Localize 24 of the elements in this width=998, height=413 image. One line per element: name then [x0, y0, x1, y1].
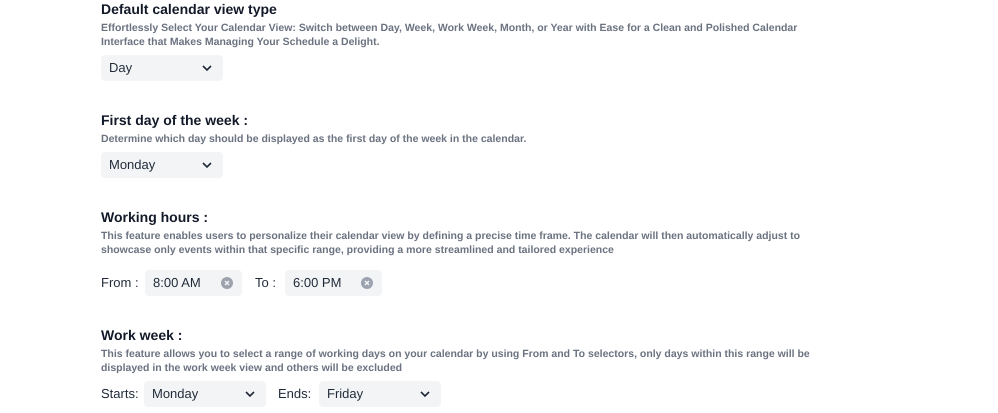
- time-field[interactable]: 6:00 PM: [285, 270, 382, 296]
- field-label: From :: [101, 275, 139, 290]
- section-title: First day of the week :: [101, 111, 250, 129]
- select-field[interactable]: Monday: [144, 381, 266, 407]
- section-description: This feature allows you to select a range of working days on your calendar by using From and To selectors, only days within this range will be displayed in the work week view and others will be excluded: [101, 347, 811, 375]
- time-field[interactable]: 8:00 AM: [145, 270, 242, 296]
- field-label: Starts:: [101, 386, 139, 401]
- select-field[interactable]: Friday: [319, 381, 441, 407]
- chevron-down-icon: [202, 162, 212, 168]
- chevron-down-icon: [420, 391, 430, 397]
- section-title: Default calendar view type: [101, 0, 278, 18]
- section-description: This feature enables users to personalize their calendar view by defining a precise time frame. The calendar will then automatically adjust to showcase only events within that specific range, providing a more streamlined and tailored experience: [101, 229, 802, 257]
- field-label: Ends:: [278, 386, 312, 401]
- select-field[interactable]: Monday: [101, 152, 223, 178]
- chevron-down-icon: [245, 391, 255, 397]
- field-label: To :: [255, 275, 276, 290]
- section-description: Effortlessly Select Your Calendar View: Switch between Day, Week, Work Week, Month, or Year with Ease for a Clean and Polished Calendar Interface that Makes Managing Your Schedule a Delight.: [101, 21, 798, 49]
- clear-icon[interactable]: [361, 277, 373, 289]
- select-field[interactable]: Day: [101, 55, 223, 81]
- section-description: Determine which day should be displayed as the first day of the week in the calendar.: [101, 132, 528, 146]
- chevron-down-icon: [202, 65, 212, 71]
- section-title: Working hours :: [101, 208, 210, 226]
- clear-icon[interactable]: [221, 277, 233, 289]
- section-title: Work week :: [101, 326, 184, 344]
